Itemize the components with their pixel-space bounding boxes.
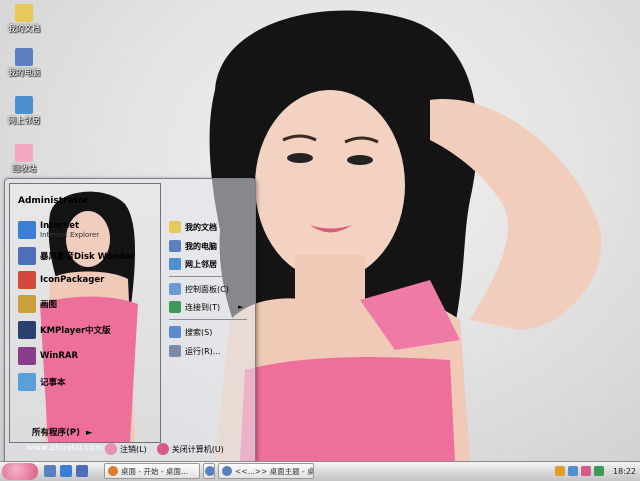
desktop-icon-network[interactable]: 网上邻居	[2, 96, 46, 126]
shutdown-label: 关闭计算机(U)	[171, 444, 224, 454]
place-label: 运行(R)...	[185, 346, 221, 356]
my-computer-icon	[169, 240, 181, 252]
start-menu-programs-pane: Administrator Internet Internet Explorer …	[9, 183, 161, 443]
place-item-network[interactable]: 网上邻居	[169, 256, 217, 272]
quicklaunch-media-icon[interactable]	[76, 465, 88, 477]
my-computer-icon	[15, 48, 33, 66]
task-label: 桌面 - 开始 - 桌面...	[121, 466, 189, 476]
program-label: WinRAR	[40, 351, 79, 361]
program-item-internet[interactable]: Internet Internet Explorer	[18, 220, 99, 240]
network-icon	[15, 96, 33, 114]
taskbar-task-theme[interactable]: <<...>> 桌面主题 - 桌...	[218, 463, 314, 479]
browser-icon	[108, 466, 118, 476]
place-item-control-panel[interactable]: 控制面板(C)	[169, 281, 229, 297]
control-panel-icon	[169, 283, 181, 295]
desktop-icon-label: 回收站	[12, 164, 36, 173]
shutdown-button[interactable]: 关闭计算机(U)	[156, 443, 224, 455]
start-menu-places-pane: 我的文档 我的电脑 网上邻居 控制面板(C) 连接到(T) ► 搜索(S) 运行…	[165, 183, 251, 441]
internet-explorer-icon	[18, 221, 36, 239]
media-player-icon	[18, 247, 36, 265]
recycle-bin-icon	[15, 144, 33, 162]
desktop-icon-label: 我的电脑	[8, 68, 40, 77]
logoff-label: 注销(L)	[120, 444, 147, 454]
place-label: 网上邻居	[185, 259, 217, 269]
quicklaunch-desktop-icon[interactable]	[44, 465, 56, 477]
desktop-icon-label: 我的文档	[8, 24, 40, 33]
program-label: KMPlayer中文版	[40, 326, 111, 336]
taskbar-clock[interactable]: 18:22	[613, 467, 636, 476]
desktop-icon-label: 网上邻居	[8, 116, 40, 125]
my-documents-icon	[15, 4, 33, 22]
tray-network-icon[interactable]	[567, 466, 578, 476]
place-label: 我的电脑	[185, 241, 217, 251]
program-label: Internet	[40, 221, 80, 231]
kmplayer-icon	[18, 321, 36, 339]
arrow-right-icon: ►	[238, 303, 244, 311]
place-item-run[interactable]: 运行(R)...	[169, 343, 220, 359]
window-icon	[222, 466, 232, 476]
program-label: 记事本	[40, 378, 66, 388]
search-icon	[169, 326, 181, 338]
connect-icon	[169, 301, 181, 313]
task-label: <<...>> 桌面主题 - 桌...	[235, 466, 314, 476]
taskbar-task-window[interactable]	[203, 463, 215, 479]
program-label: 暴风影音Disk Wonder	[40, 252, 135, 262]
notepad-icon	[18, 373, 36, 391]
start-menu: Administrator Internet Internet Explorer …	[4, 178, 256, 462]
arrow-right-icon: ►	[82, 428, 93, 438]
start-menu-username: Administrator	[18, 196, 89, 206]
paint-icon	[18, 295, 36, 313]
quicklaunch-ie-icon[interactable]	[60, 465, 72, 477]
places-separator	[169, 319, 247, 320]
place-label: 搜索(S)	[185, 327, 213, 337]
program-item-winrar[interactable]: WinRAR	[18, 346, 78, 366]
all-programs-label: 所有程序(P)	[32, 428, 80, 438]
start-menu-footer: 注销(L) 关闭计算机(U)	[105, 443, 224, 455]
place-item-connect-to[interactable]: 连接到(T) ►	[169, 299, 244, 315]
tray-shield-icon[interactable]	[593, 466, 604, 476]
program-item-media-player[interactable]: 暴风影音Disk Wonder	[18, 246, 135, 266]
logoff-button[interactable]: 注销(L)	[105, 443, 147, 455]
program-item-iconpackager[interactable]: IconPackager	[18, 270, 104, 290]
place-label: 我的文档	[185, 222, 217, 232]
program-item-kmplayer[interactable]: KMPlayer中文版	[18, 320, 111, 340]
taskbar: 桌面 - 开始 - 桌面... <<...>> 桌面主题 - 桌... 18:2…	[0, 461, 640, 481]
program-sublabel: Internet Explorer	[40, 231, 100, 239]
shutdown-icon	[156, 443, 169, 455]
desktop-icon-my-documents[interactable]: 我的文档	[2, 4, 46, 34]
program-item-notepad[interactable]: 记事本	[18, 372, 66, 392]
start-menu-site-text: www.zhuoku.com	[27, 443, 104, 452]
place-label: 连接到(T)	[185, 302, 221, 312]
logoff-icon	[105, 443, 117, 455]
desktop-icon-recycle-bin[interactable]: 回收站	[2, 144, 46, 174]
system-tray: 18:22	[554, 463, 640, 479]
window-icon	[205, 466, 214, 476]
network-icon	[169, 258, 181, 270]
place-item-search[interactable]: 搜索(S)	[169, 324, 212, 340]
program-label: IconPackager	[40, 275, 105, 285]
program-label: 画图	[40, 300, 58, 310]
desktop-icon-my-computer[interactable]: 我的电脑	[2, 48, 46, 78]
program-item-paint[interactable]: 画图	[18, 294, 57, 314]
places-separator	[169, 276, 247, 277]
tray-input-icon[interactable]	[554, 466, 565, 476]
winrar-icon	[18, 347, 36, 365]
place-item-my-documents[interactable]: 我的文档	[169, 219, 217, 235]
taskbar-task-browser[interactable]: 桌面 - 开始 - 桌面...	[104, 463, 200, 479]
run-icon	[169, 345, 181, 357]
start-button[interactable]	[2, 463, 38, 480]
iconpackager-icon	[18, 271, 36, 289]
my-documents-icon	[169, 221, 181, 233]
place-label: 控制面板(C)	[185, 284, 229, 294]
tray-volume-icon[interactable]	[580, 466, 591, 476]
place-item-my-computer[interactable]: 我的电脑	[169, 238, 217, 254]
all-programs-button[interactable]: 所有程序(P) ►	[32, 426, 92, 438]
